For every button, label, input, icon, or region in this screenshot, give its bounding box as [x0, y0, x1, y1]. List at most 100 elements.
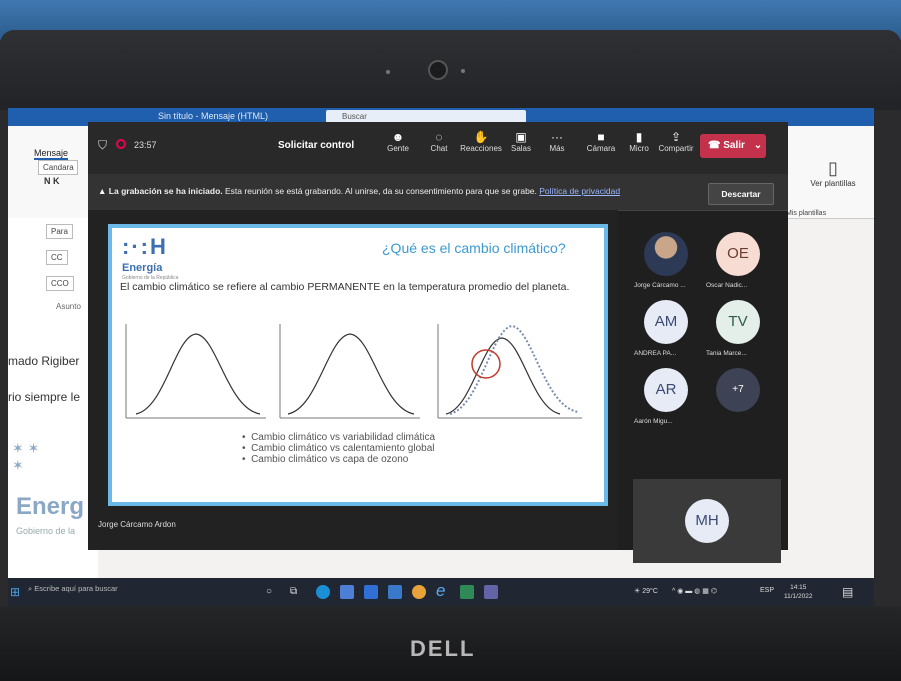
presenter-name: Jorge Cárcamo Ardon	[98, 520, 176, 529]
ver-plantillas-button[interactable]: ▯ Ver plantillas	[808, 158, 858, 188]
participant-tile[interactable]: OE	[716, 232, 760, 276]
toolbar-people-button[interactable]: ☻ Gente	[383, 130, 413, 153]
participant-tile[interactable]: TV	[716, 300, 760, 344]
weather-widget[interactable]: ☀ 29°C	[634, 587, 658, 595]
webcam-sensor	[386, 70, 390, 74]
template-icon: ▯	[828, 158, 838, 178]
slide-bullets: • Cambio climático vs variabilidad climá…	[242, 432, 435, 465]
language-indicator[interactable]: ESP	[760, 587, 774, 594]
avatar: TV	[716, 300, 760, 344]
graph-2	[279, 324, 420, 419]
toolbar-share-button[interactable]: ⇪ Compartir	[656, 130, 696, 153]
webcam-light	[461, 69, 465, 73]
mis-plantillas-label: Mis plantillas	[786, 210, 827, 217]
laptop-bezel-top	[0, 30, 901, 110]
font-select[interactable]: Candara	[38, 160, 78, 175]
signature-subtitle: Gobierno de la	[16, 526, 76, 536]
meeting-timer: 23:57	[134, 140, 157, 150]
tab-mensaje[interactable]: Mensaje	[34, 148, 69, 160]
taskbar-search-input[interactable]: ⌕ Escribe aquí para buscar	[28, 584, 118, 594]
mic-icon: ▮	[635, 130, 643, 144]
toolbar-chat-button[interactable]: ◌ Chat	[424, 130, 454, 153]
bullet-item: • Cambio climático vs capa de ozono	[242, 454, 409, 465]
slide-body-text: El cambio climático se refiere al cambio…	[120, 281, 570, 293]
edge-icon[interactable]	[316, 585, 330, 599]
recording-banner: ▲ La grabación se ha iniciado. Esta reun…	[88, 174, 788, 211]
recording-banner-text: ▲ La grabación se ha iniciado. Esta reun…	[98, 186, 621, 196]
teams-meeting-window: ⛉ 23:57 Solicitar control ☻ Gente ◌ Chat…	[88, 122, 788, 563]
task-view-icon[interactable]: ⧉	[290, 586, 297, 597]
teams-icon[interactable]	[484, 585, 498, 599]
toolbar-rooms-button[interactable]: ▣ Salas	[506, 130, 536, 153]
warning-icon: ▲	[98, 186, 107, 196]
rooms-icon: ▣	[515, 130, 527, 144]
stars-decoration: ✶ ✶ ✶	[12, 440, 40, 473]
outlook-title: Sin título - Mensaje (HTML)	[158, 111, 269, 121]
participant-tile[interactable]: AR	[644, 368, 688, 412]
participant-name: Tania Marce...	[706, 350, 747, 357]
shared-screen: :·:H Energía Gobierno de la República ¿Q…	[88, 210, 618, 550]
outlook-compose-area: Para CC CCO Asunto mado Rigiber rio siem…	[8, 218, 98, 578]
windows-start-icon[interactable]: ⊞	[10, 585, 20, 599]
camera-icon: ■	[597, 130, 605, 144]
subject-label: Asunto	[56, 302, 81, 311]
bullet-item: • Cambio climático vs calentamiento glob…	[242, 443, 435, 454]
toolbar-more-button[interactable]: ··· Más	[542, 130, 572, 153]
cortana-icon[interactable]: ○	[266, 586, 272, 597]
toolbar-mic-button[interactable]: ▮ Micro	[624, 130, 654, 153]
participants-gallery: Jorge Cárcamo ... OE Oscar Nadic... AM A…	[634, 232, 786, 442]
avatar: AR	[644, 368, 688, 412]
avatar	[644, 232, 688, 276]
notifications-icon[interactable]: ▤	[842, 585, 853, 599]
more-icon: ···	[551, 130, 563, 144]
meeting-toolbar: ⛉ 23:57 Solicitar control ☻ Gente ◌ Chat…	[88, 122, 788, 174]
record-icon	[116, 139, 126, 149]
participant-name: Aarón Migu...	[634, 418, 673, 425]
webcam-icon	[428, 60, 448, 80]
system-tray-icons[interactable]: ^ ◉ ▬ ◍ ▦ ⌬	[672, 587, 717, 595]
windows-taskbar: ⊞ ⌕ Escribe aquí para buscar ○ ⧉ e ☀ 29°…	[8, 578, 874, 606]
participant-tile[interactable]: AM	[644, 300, 688, 344]
laptop-screen: Sin título - Mensaje (HTML) Buscar Mensa…	[8, 108, 874, 606]
taskbar-clock[interactable]: 14:15 11/1/2022	[784, 583, 812, 601]
ie-icon[interactable]: e	[436, 581, 445, 601]
bell-curve-graphs	[125, 324, 582, 419]
toolbar-reactions-button[interactable]: ✋ Reacciones	[460, 130, 502, 153]
chat-icon: ◌	[435, 130, 443, 144]
more-participants-button[interactable]: +7	[716, 368, 760, 412]
email-body-line: mado Rigiber	[8, 354, 80, 368]
participant-tile[interactable]	[644, 232, 688, 276]
share-icon: ⇪	[670, 130, 682, 144]
excel-icon[interactable]	[460, 585, 474, 599]
privacy-link[interactable]: Política de privacidad	[539, 186, 620, 196]
word-icon[interactable]	[388, 585, 402, 599]
to-button[interactable]: Para	[46, 224, 73, 239]
reactions-icon: ✋	[473, 130, 489, 144]
request-control-button[interactable]: Solicitar control	[278, 140, 354, 151]
bold-italic-icon[interactable]: N K	[44, 176, 60, 186]
email-body-line: rio siempre le	[8, 390, 81, 404]
participant-name: Oscar Nadic...	[706, 282, 748, 289]
bcc-button[interactable]: CCO	[46, 276, 74, 291]
store-icon[interactable]	[340, 585, 354, 599]
graph-3	[437, 324, 582, 419]
leave-button[interactable]: ☎ Salir ⌄	[700, 134, 766, 158]
slide-title: ¿Qué es el cambio climático?	[382, 240, 566, 256]
outlook-icon[interactable]	[364, 585, 378, 599]
chrome-icon[interactable]	[412, 585, 426, 599]
avatar: OE	[716, 232, 760, 276]
bullet-item: • Cambio climático vs variabilidad climá…	[242, 432, 436, 443]
shield-icon: ⛉	[98, 138, 108, 152]
avatar: AM	[644, 300, 688, 344]
participant-name: ANDREA PA...	[634, 350, 677, 357]
dell-logo: DELL	[410, 636, 476, 661]
chevron-down-icon[interactable]: ⌄	[754, 140, 762, 151]
phone-icon: ☎	[708, 140, 721, 151]
logo-name: Energía	[122, 262, 163, 274]
people-icon: ☻	[391, 130, 405, 144]
toolbar-camera-button[interactable]: ■ Cámara	[586, 130, 616, 153]
cc-button[interactable]: CC	[46, 250, 68, 265]
avatar: MH	[685, 499, 729, 543]
presentation-slide: :·:H Energía Gobierno de la República ¿Q…	[108, 224, 608, 506]
dismiss-button[interactable]: Descartar	[708, 183, 774, 205]
